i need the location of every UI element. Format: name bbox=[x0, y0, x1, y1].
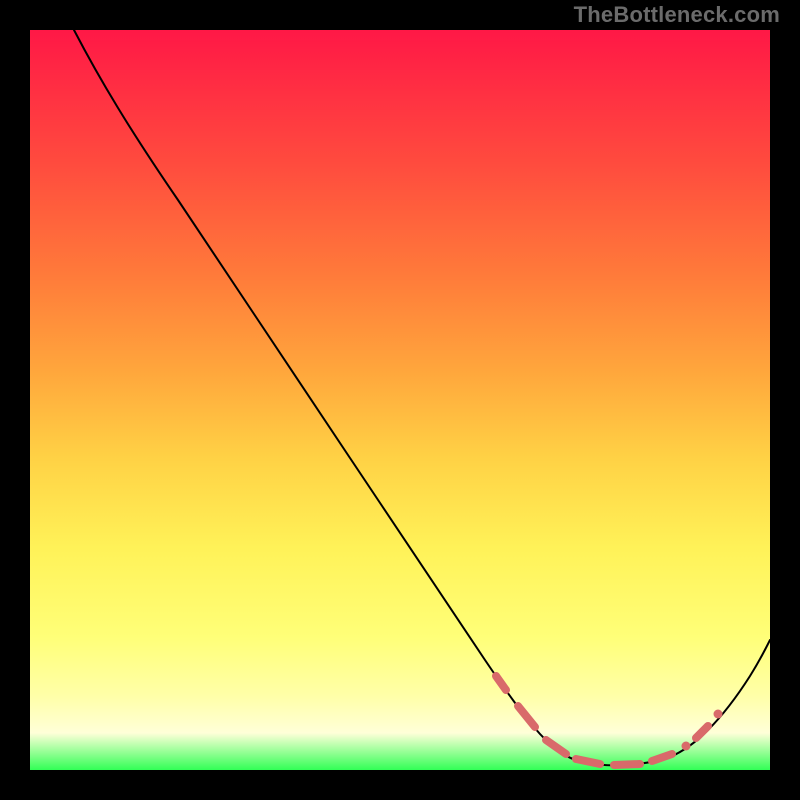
attribution-text: TheBottleneck.com bbox=[574, 2, 780, 28]
chart-svg bbox=[30, 30, 770, 770]
optimal-range-markers bbox=[496, 676, 723, 765]
chart-frame: TheBottleneck.com bbox=[0, 0, 800, 800]
plot-area bbox=[30, 30, 770, 770]
bottleneck-curve bbox=[74, 30, 770, 765]
